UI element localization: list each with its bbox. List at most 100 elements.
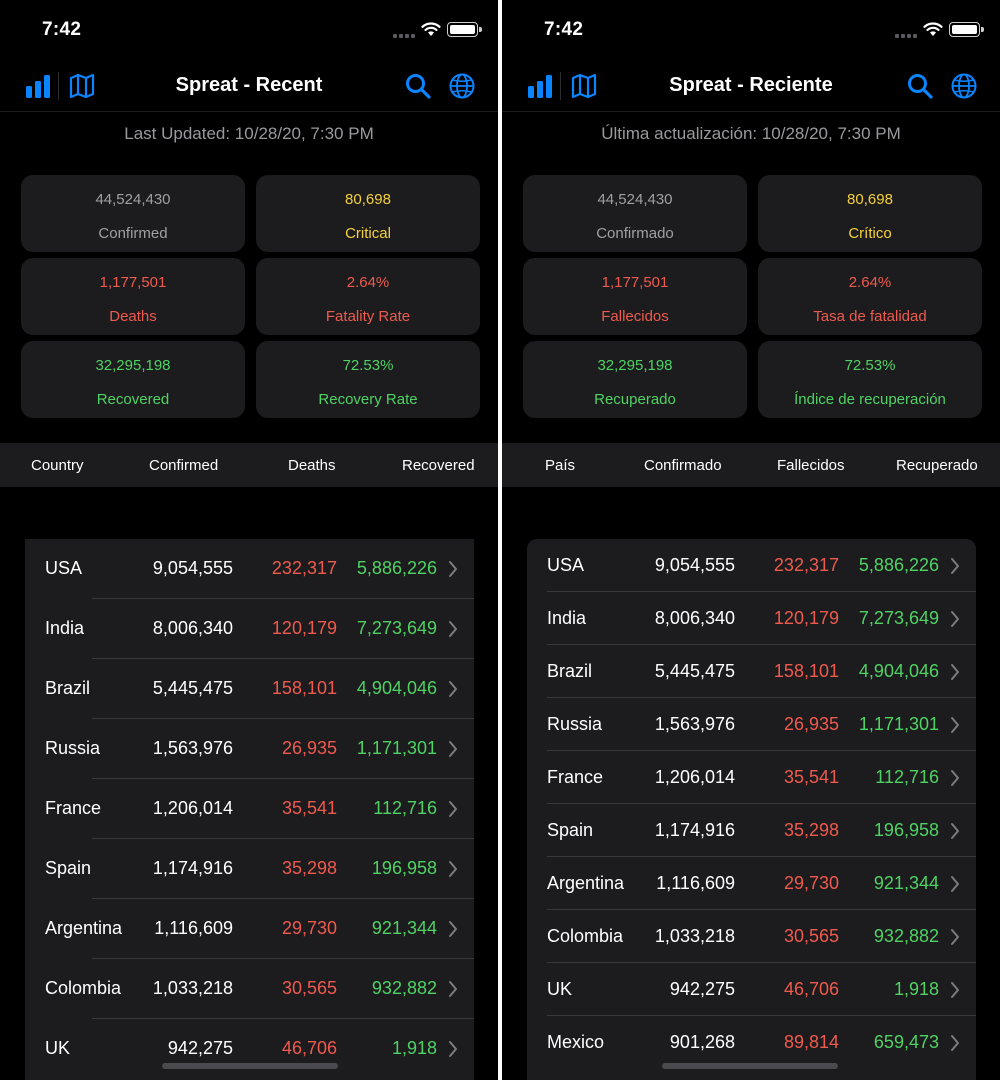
stat-value: 80,698 [847,191,893,208]
confirmed-count: 1,116,609 [656,873,735,893]
country-name: Argentina [547,873,625,893]
table-row[interactable]: France 1,206,014 35,541 112,716 [527,751,976,804]
stat-label: Fatality Rate [325,308,411,325]
table-row[interactable]: Russia 1,563,976 26,935 1,171,301 [25,719,474,779]
country-name: Spain [45,858,92,878]
table-row[interactable]: India 8,006,340 120,179 7,273,649 [25,599,474,659]
table-row[interactable]: Mexico 901,268 89,814 659,473 [527,1016,976,1069]
stat-card-confirmed: 44,524,430 Confirmado [523,175,747,252]
stat-card-fatality-rate: 2.64% Tasa de fatalidad [758,258,982,335]
status-time: 7:42 [544,19,584,40]
deaths-count: 120,179 [271,618,337,638]
globe-icon[interactable] [448,72,476,100]
search-icon[interactable] [906,72,934,100]
chevron-right-icon [448,680,458,703]
stat-label: Recovery Rate [318,391,418,408]
table-row[interactable]: Colombia 1,033,218 30,565 932,882 [527,910,976,963]
chevron-right-icon [448,620,458,643]
recovered-count: 112,716 [373,798,437,818]
confirmed-count: 1,116,609 [154,918,233,938]
chevron-right-icon [950,1034,960,1057]
deaths-count: 120,179 [773,608,839,628]
table-row[interactable]: Colombia 1,033,218 30,565 932,882 [25,959,474,1019]
home-indicator[interactable] [662,1063,838,1069]
table-row[interactable]: UK 942,275 46,706 1,918 [25,1019,474,1079]
navigation-bar: Spreat - Recent [0,60,498,112]
table-row[interactable]: Spain 1,174,916 35,298 196,958 [527,804,976,857]
globe-icon[interactable] [950,72,978,100]
table-row[interactable]: Argentina 1,116,609 29,730 921,344 [25,899,474,959]
battery-icon [949,22,984,37]
country-name: USA [45,558,83,578]
deaths-count: 26,935 [783,714,839,734]
confirmed-count: 1,174,916 [654,820,735,840]
table-row[interactable]: UK 942,275 46,706 1,918 [527,963,976,1016]
chevron-right-icon [950,822,960,845]
stat-value: 44,524,430 [95,191,171,208]
status-time: 7:42 [42,19,82,40]
confirmed-count: 1,033,218 [152,978,233,998]
recovered-count: 1,171,301 [356,738,437,758]
confirmed-count: 1,206,014 [654,767,735,787]
stat-card-recovery-rate: 72.53% Índice de recuperación [758,341,982,418]
confirmed-count: 5,445,475 [654,661,735,681]
stat-value: 32,295,198 [597,357,673,374]
country-name: France [45,798,102,818]
stat-card-fatality-rate: 2.64% Fatality Rate [256,258,480,335]
recovered-count: 7,273,649 [356,618,437,638]
table-row[interactable]: Brazil 5,445,475 158,101 4,904,046 [25,659,474,719]
stat-card-recovery-rate: 72.53% Recovery Rate [256,341,480,418]
confirmed-count: 5,445,475 [152,678,233,698]
recovered-count: 5,886,226 [858,555,939,575]
chevron-right-icon [448,860,458,883]
country-name: Spain [547,820,594,840]
stat-card-recovered: 32,295,198 Recovered [21,341,245,418]
deaths-count: 46,706 [783,979,839,999]
table-row[interactable]: Argentina 1,116,609 29,730 921,344 [527,857,976,910]
stat-value: 32,295,198 [95,357,171,374]
search-icon[interactable] [404,72,432,100]
country-name: Mexico [547,1032,605,1052]
column-header-deaths[interactable]: Deaths [288,457,336,474]
recovered-count: 4,904,046 [858,661,939,681]
country-table: USA 9,054,555 232,317 5,886,226 India 8,006,3… [527,539,976,1080]
stat-label: Crítico [848,225,892,242]
deaths-count: 158,101 [773,661,839,681]
column-header-confirmed[interactable]: Confirmed [149,457,218,474]
column-header-deaths[interactable]: Fallecidos [777,457,845,474]
chevron-right-icon [950,610,960,633]
table-row[interactable]: USA 9,054,555 232,317 5,886,226 [527,539,976,592]
stat-card-confirmed: 44,524,430 Confirmed [21,175,245,252]
column-header-country[interactable]: Country [31,457,84,474]
table-row[interactable]: Spain 1,174,916 35,298 196,958 [25,839,474,899]
confirmed-count: 942,275 [167,1038,233,1058]
column-header-confirmed[interactable]: Confirmado [644,457,722,474]
confirmed-count: 1,174,916 [152,858,233,878]
deaths-count: 30,565 [783,926,839,946]
country-name: UK [547,979,573,999]
chevron-right-icon [950,557,960,580]
country-name: India [547,608,587,628]
wifi-icon [923,22,943,36]
table-row[interactable]: USA 9,054,555 232,317 5,886,226 [25,539,474,599]
table-row[interactable]: France 1,206,014 35,541 112,716 [25,779,474,839]
stat-card-critical: 80,698 Critical [256,175,480,252]
table-row[interactable]: Brazil 5,445,475 158,101 4,904,046 [527,645,976,698]
column-header-recovered[interactable]: Recovered [402,457,475,474]
chevron-right-icon [448,1040,458,1063]
country-name: Colombia [45,978,122,998]
chevron-right-icon [950,875,960,898]
deaths-count: 35,298 [783,820,839,840]
recovered-count: 921,344 [371,918,437,938]
table-header: Country Confirmed Deaths Recovered [0,443,498,487]
stat-value: 2.64% [848,274,892,291]
confirmed-count: 9,054,555 [654,555,735,575]
home-indicator[interactable] [162,1063,338,1069]
deaths-count: 232,317 [773,555,839,575]
table-row[interactable]: India 8,006,340 120,179 7,273,649 [527,592,976,645]
country-name: UK [45,1038,71,1058]
table-row[interactable]: Russia 1,563,976 26,935 1,171,301 [527,698,976,751]
confirmed-count: 1,206,014 [152,798,233,818]
column-header-recovered[interactable]: Recuperado [896,457,978,474]
column-header-country[interactable]: País [545,457,575,474]
